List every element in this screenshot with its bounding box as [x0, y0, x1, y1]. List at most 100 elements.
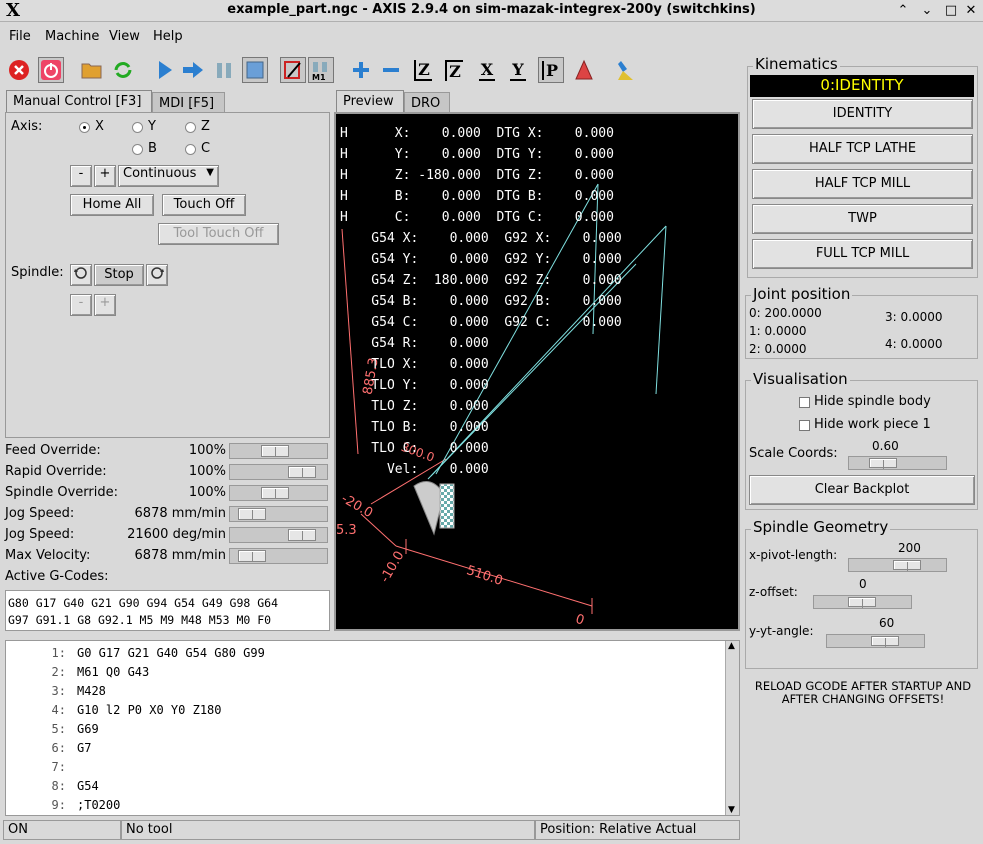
menu-help[interactable]: Help — [153, 29, 183, 44]
zoom-out-icon[interactable] — [378, 57, 404, 83]
program-line[interactable]: 8: G54 — [6, 779, 706, 797]
slider-knob[interactable] — [871, 636, 899, 647]
axis-y-radio[interactable] — [132, 122, 143, 133]
active-gcodes-label: Active G-Codes: — [5, 569, 109, 584]
override-value: 100% — [188, 443, 226, 458]
minimize-button[interactable]: ⌄ — [918, 2, 936, 20]
rotate-icon[interactable] — [571, 57, 597, 83]
block-delete-icon[interactable] — [280, 57, 306, 83]
tool-touch-off-button[interactable]: Tool Touch Off — [158, 223, 279, 245]
spindle-faster-button[interactable]: + — [94, 294, 116, 316]
spindle-stop-button[interactable]: Stop — [94, 264, 144, 286]
dro-line: H B: 0.000 DTG B: 0.000 — [340, 189, 614, 204]
program-line[interactable]: 7: — [6, 760, 706, 778]
kin-half-tcp-lathe-button[interactable]: HALF TCP LATHE — [752, 134, 973, 164]
z-offset-value: 0 — [859, 577, 867, 591]
kin-twp-button[interactable]: TWP — [752, 204, 973, 234]
scroll-down-icon[interactable]: ▼ — [728, 805, 735, 815]
slider-knob[interactable] — [288, 529, 316, 541]
view-x-icon[interactable]: X — [474, 57, 500, 83]
program-scrollbar[interactable]: ▲ ▼ — [725, 641, 739, 815]
spindle-slower-button[interactable]: - — [70, 294, 92, 316]
kin-identity-button[interactable]: IDENTITY — [752, 99, 973, 129]
axis-x-radio[interactable] — [79, 122, 90, 133]
zoom-in-icon[interactable] — [348, 57, 374, 83]
clear-backplot-button[interactable]: Clear Backplot — [749, 475, 975, 505]
clear-icon[interactable] — [613, 57, 639, 83]
program-line[interactable]: 2: M61 Q0 G43 — [6, 665, 706, 683]
joint-0: 0: 200.0000 — [749, 306, 822, 320]
menu-view[interactable]: View — [109, 29, 140, 44]
program-line[interactable]: 1: G0 G17 G21 G40 G54 G80 G99 — [6, 646, 706, 664]
dro-line: H C: 0.000 DTG C: 0.000 — [340, 210, 614, 225]
spindle-ccw-icon[interactable] — [70, 264, 92, 286]
jog-plus-button[interactable]: + — [94, 165, 116, 187]
spindle-cw-icon[interactable] — [146, 264, 168, 286]
slider-knob[interactable] — [261, 487, 289, 499]
home-all-button[interactable]: Home All — [70, 194, 154, 216]
rapid-override-slider[interactable] — [229, 464, 328, 480]
step-icon[interactable] — [180, 57, 206, 83]
view-z2-icon[interactable]: Z — [441, 57, 467, 83]
scale-coords-slider[interactable] — [848, 456, 947, 470]
close-button[interactable]: ✕ — [962, 2, 980, 20]
reload-note: RELOAD GCODE AFTER STARTUP AND AFTER CHA… — [754, 679, 972, 706]
program-line[interactable]: 9: ;T0200 — [6, 798, 706, 816]
max-velocity-slider[interactable] — [229, 548, 328, 564]
slider-knob[interactable] — [893, 560, 921, 571]
dro-line: H Z: -180.000 DTG Z: 0.000 — [340, 168, 614, 183]
view-y-icon[interactable]: Y — [505, 57, 531, 83]
run-icon[interactable] — [152, 57, 178, 83]
slider-knob[interactable] — [848, 597, 876, 608]
spindle-override-slider[interactable] — [229, 485, 328, 501]
override-label: Jog Speed: — [5, 506, 75, 521]
power-icon[interactable] — [38, 57, 64, 83]
hide-spindle-checkbox[interactable] — [799, 397, 810, 408]
kin-full-tcp-mill-button[interactable]: FULL TCP MILL — [752, 239, 973, 269]
tab-preview[interactable]: Preview — [336, 90, 404, 112]
preview-canvas[interactable]: 885.3 -20.0 5.3 -10.0 510.0 0 300.0 H X:… — [334, 112, 740, 631]
chevron-down-icon: ▼ — [206, 167, 214, 178]
program-line[interactable]: 3: M428 — [6, 684, 706, 702]
slider-knob[interactable] — [869, 458, 897, 469]
axis-b-radio[interactable] — [132, 144, 143, 155]
tab-manual-control[interactable]: Manual Control [F3] — [6, 90, 152, 112]
slider-knob[interactable] — [261, 445, 289, 457]
program-listing[interactable]: 1: G0 G17 G21 G40 G54 G80 G99 2: M61 Q0 G43… — [5, 640, 740, 816]
y-yt-angle-slider[interactable] — [826, 634, 925, 648]
slider-knob[interactable] — [238, 550, 266, 562]
tab-dro[interactable]: DRO — [404, 92, 450, 114]
estop-icon[interactable] — [6, 57, 32, 83]
optional-stop-icon[interactable]: M1 — [308, 57, 334, 83]
slider-knob[interactable] — [288, 466, 316, 478]
reload-icon[interactable] — [110, 57, 136, 83]
x-pivot-slider[interactable] — [848, 558, 947, 572]
axis-z-radio[interactable] — [185, 122, 196, 133]
program-line[interactable]: 5: G69 — [6, 722, 706, 740]
tab-mdi[interactable]: MDI [F5] — [152, 92, 225, 114]
jog-minus-button[interactable]: - — [70, 165, 92, 187]
program-line[interactable]: 6: G7 — [6, 741, 706, 759]
z-offset-slider[interactable] — [813, 595, 912, 609]
view-p-icon[interactable]: P — [538, 57, 564, 83]
menu-machine[interactable]: Machine — [45, 29, 99, 44]
scroll-up-icon[interactable]: ▲ — [728, 641, 735, 651]
hide-workpiece-checkbox[interactable] — [799, 420, 810, 431]
angular-jog-speed-slider[interactable] — [229, 527, 328, 543]
maximize-button[interactable]: □ — [942, 2, 960, 20]
plot-label: 5.3 — [336, 523, 357, 538]
open-icon[interactable] — [79, 57, 105, 83]
jog-speed-slider[interactable] — [229, 506, 328, 522]
pause-icon[interactable] — [211, 57, 237, 83]
kin-half-tcp-mill-button[interactable]: HALF TCP MILL — [752, 169, 973, 199]
stop-icon[interactable] — [242, 57, 268, 83]
feed-override-slider[interactable] — [229, 443, 328, 459]
shade-button[interactable]: ⌃ — [894, 2, 912, 20]
slider-knob[interactable] — [238, 508, 266, 520]
view-z-icon[interactable]: Z — [410, 57, 436, 83]
jog-mode-select[interactable]: Continuous ▼ — [118, 165, 219, 187]
touch-off-button[interactable]: Touch Off — [162, 194, 246, 216]
program-line[interactable]: 4: G10 l2 P0 X0 Y0 Z180 — [6, 703, 706, 721]
axis-c-radio[interactable] — [185, 144, 196, 155]
menu-file[interactable]: File — [9, 29, 31, 44]
